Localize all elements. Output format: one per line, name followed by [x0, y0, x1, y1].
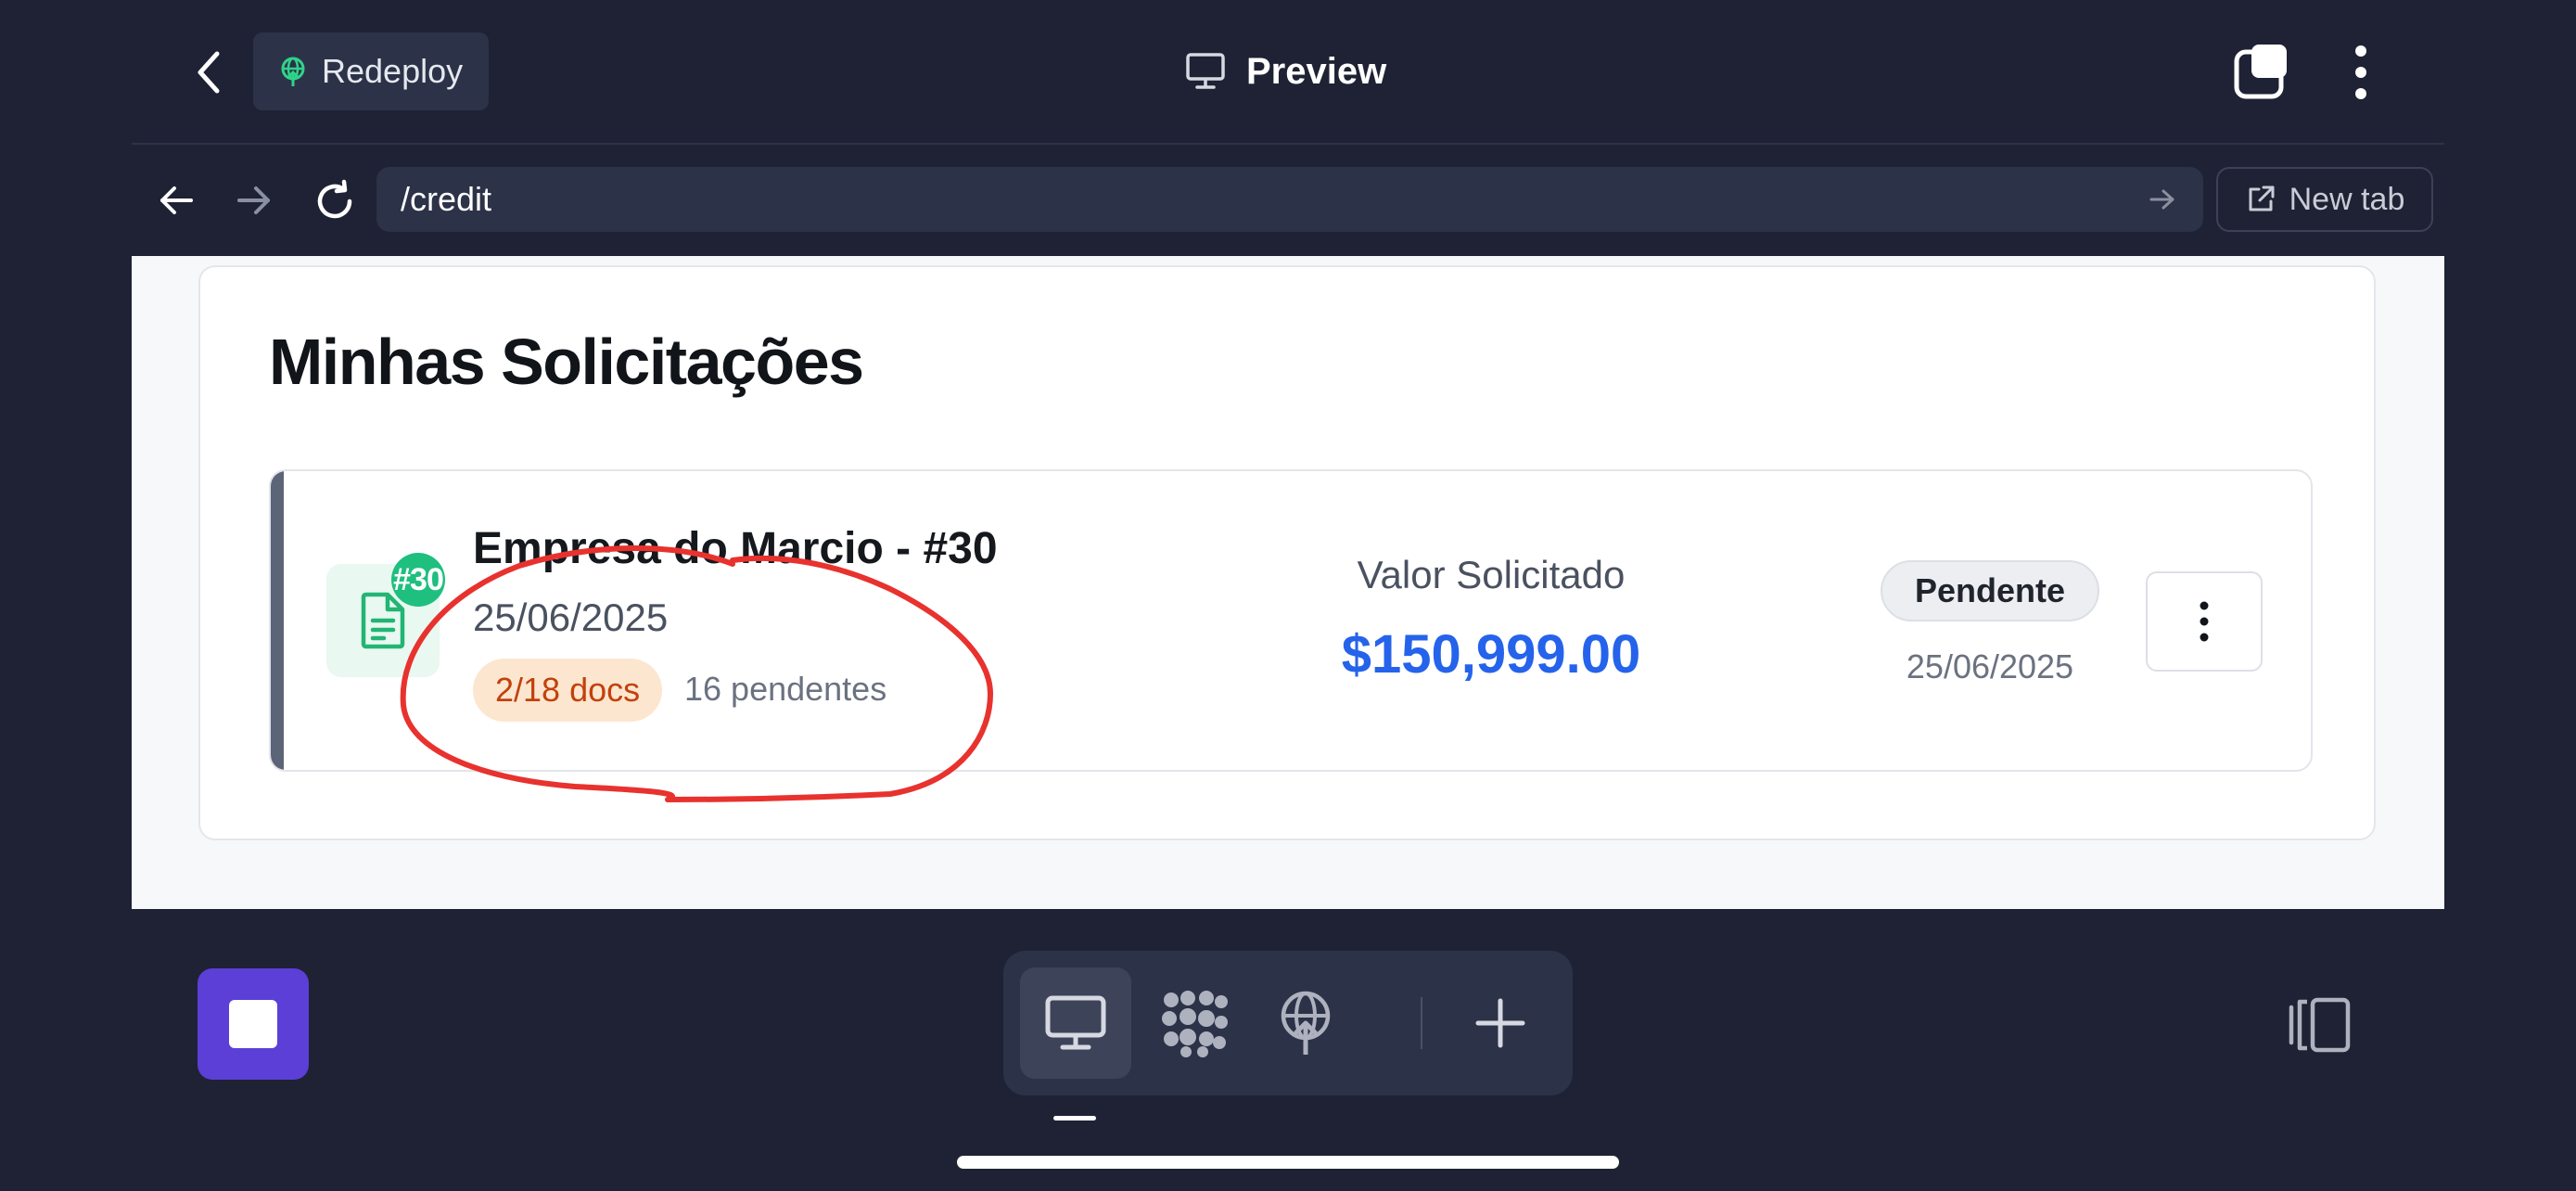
panel-toggle-button[interactable] [2283, 992, 2357, 1057]
request-number-badge: #30 [391, 553, 445, 607]
more-options-button[interactable] [2337, 41, 2385, 104]
stop-icon [229, 1000, 277, 1048]
stop-button[interactable] [198, 968, 309, 1080]
new-tab-label: New tab [2289, 181, 2405, 217]
preview-viewport: Minhas Solicitações #30 Empresa do Marci… [132, 256, 2444, 909]
card-accent-bar [271, 471, 284, 770]
arrow-right-icon [2149, 189, 2174, 210]
external-link-icon [2249, 186, 2275, 211]
back-button[interactable] [182, 39, 237, 106]
arrow-right-icon [237, 186, 270, 214]
dock-preview-button[interactable] [1020, 967, 1131, 1079]
url-go-button[interactable] [2144, 181, 2181, 218]
home-indicator [957, 1156, 1619, 1169]
reload-button[interactable] [306, 173, 363, 230]
more-vertical-icon [2355, 45, 2366, 99]
panel-toggle-icon [2289, 997, 2351, 1053]
preview-title: Preview [1185, 43, 1386, 100]
amount-value: $150,999.00 [1341, 624, 1641, 685]
new-tab-button[interactable]: New tab [2216, 167, 2433, 232]
dock-separator [1421, 997, 1422, 1049]
monitor-icon [1045, 995, 1106, 1050]
bottom-dock [1003, 951, 1573, 1095]
redeploy-label: Redeploy [322, 52, 464, 90]
tabs-button[interactable] [2229, 41, 2292, 104]
redeploy-button[interactable]: Redeploy [253, 32, 489, 110]
apps-icon [1162, 991, 1228, 1057]
page-title: Minhas Solicitações [269, 326, 864, 398]
card-options-button[interactable] [2146, 571, 2263, 672]
nav-back-button[interactable] [150, 174, 202, 226]
dock-deploy-button[interactable] [1250, 967, 1361, 1079]
status-badge: Pendente [1881, 560, 2099, 621]
pending-docs-count: 16 pendentes [684, 670, 887, 708]
globe-upload-icon [1281, 991, 1331, 1055]
preview-title-text: Preview [1246, 50, 1387, 92]
more-vertical-icon [2200, 601, 2209, 642]
chevron-left-icon [198, 51, 220, 94]
url-bar[interactable]: /credit [376, 167, 2203, 232]
plus-icon [1475, 998, 1525, 1048]
globe-upload-icon [281, 57, 305, 86]
request-card[interactable]: #30 Empresa do Marcio - #30 25/06/2025 2… [269, 469, 2313, 772]
url-text: /credit [401, 180, 492, 218]
arrow-left-icon [160, 186, 193, 214]
company-name: Empresa do Marcio - #30 [473, 524, 998, 573]
nav-forward-button[interactable] [228, 174, 280, 226]
requests-panel: Minhas Solicitações #30 Empresa do Marci… [198, 265, 2376, 840]
active-view-indicator [1053, 1116, 1096, 1121]
dock-apps-button[interactable] [1139, 967, 1250, 1079]
status-date: 25/06/2025 [1906, 647, 2074, 685]
tabs-icon [2234, 45, 2287, 99]
monitor-icon [1186, 53, 1225, 89]
amount-label: Valor Solicitado [1357, 553, 1626, 596]
reload-icon [317, 179, 352, 219]
dock-add-button[interactable] [1445, 967, 1556, 1079]
header-divider [132, 143, 2444, 145]
request-date: 25/06/2025 [473, 596, 669, 639]
docs-count-badge: 2/18 docs [473, 659, 663, 722]
